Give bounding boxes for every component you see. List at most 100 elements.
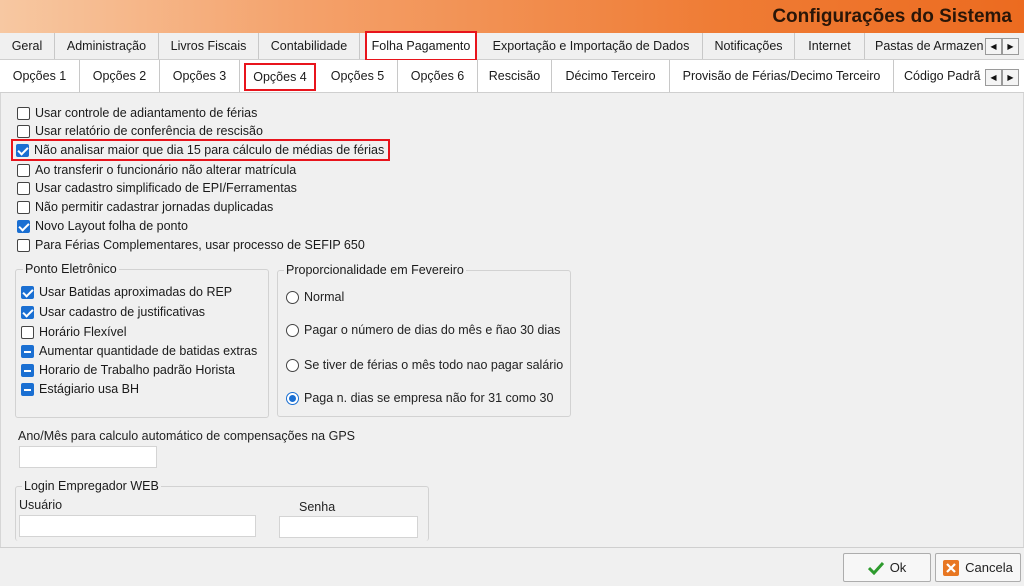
gps-label: Ano/Mês para calculo automático de compe… <box>18 429 355 443</box>
cancel-x-icon <box>943 559 960 576</box>
option-label: Usar controle de adiantamento de férias <box>35 106 258 120</box>
radio-ferias-mes-todo[interactable]: Se tiver de férias o mês todo nao pagar … <box>286 356 563 374</box>
radio-button[interactable] <box>286 323 299 337</box>
tab-provisao-ferias[interactable]: Provisão de Férias/Decimo Terceiro <box>670 60 894 92</box>
option-label: Ao transferir o funcionário não alterar … <box>35 163 297 177</box>
radio-pagar-dias-mes[interactable]: Pagar o número de dias do mês e ñao 30 d… <box>286 321 560 339</box>
option-label: Aumentar quantidade de batidas extras <box>39 344 258 358</box>
option-ferias-complementares-sefip[interactable]: Para Férias Complementares, usar process… <box>17 236 365 254</box>
checkbox[interactable] <box>17 106 30 120</box>
tab-opcoes-3[interactable]: Opções 3 <box>160 60 240 92</box>
checkbox[interactable] <box>17 200 30 214</box>
tab-contabilidade[interactable]: Contabilidade <box>259 33 360 59</box>
ponto-horario-flexivel[interactable]: Horário Flexível <box>21 323 127 341</box>
option-label: Para Férias Complementares, usar process… <box>35 238 365 252</box>
tab-opcoes-4[interactable]: Opções 4 <box>244 63 316 91</box>
checkbox[interactable] <box>21 285 34 299</box>
option-adiantamento-ferias[interactable]: Usar controle de adiantamento de férias <box>17 104 257 122</box>
arrow-right-icon: ▶ <box>1007 42 1014 51</box>
checkbox[interactable] <box>21 344 34 358</box>
senha-label: Senha <box>299 500 336 514</box>
tab-folha-pagamento[interactable]: Folha Pagamento <box>365 31 477 61</box>
radio-label: Paga n. dias se empresa não for 31 como … <box>304 391 554 405</box>
tab-decimo-terceiro[interactable]: Décimo Terceiro <box>552 60 670 92</box>
cancel-label: Cancela <box>965 560 1013 575</box>
tab-notificacoes[interactable]: Notificações <box>703 33 795 59</box>
sub-tab-bar: Opções 1 Opções 2 Opções 3 Opções 4 Opçõ… <box>0 60 1024 93</box>
tab-livros-fiscais[interactable]: Livros Fiscais <box>159 33 259 59</box>
ponto-estagiario-bh[interactable]: Estágiario usa BH <box>21 380 139 398</box>
ponto-eletronico-title: Ponto Eletrônico <box>23 262 119 276</box>
option-label: Não analisar maior que dia 15 para cálcu… <box>34 143 385 157</box>
usuario-label: Usuário <box>19 498 63 512</box>
tab-scroll-left-button[interactable]: ◀ <box>985 38 1002 55</box>
checkmark-icon <box>867 561 884 575</box>
subtab-scroll-left-button[interactable]: ◀ <box>985 69 1002 86</box>
checkbox[interactable] <box>21 382 34 396</box>
tab-rescisao[interactable]: Rescisão <box>478 60 552 92</box>
tab-administracao[interactable]: Administração <box>55 33 159 59</box>
ponto-horario-horista[interactable]: Horario de Trabalho padrão Horista <box>21 361 235 379</box>
checkbox[interactable] <box>17 124 30 138</box>
ok-label: Ok <box>889 560 907 575</box>
radio-button[interactable] <box>286 391 299 405</box>
option-label: Novo Layout folha de ponto <box>35 219 188 233</box>
proporcionalidade-title: Proporcionalidade em Fevereiro <box>284 263 466 277</box>
option-jornadas-duplicadas[interactable]: Não permitir cadastrar jornadas duplicad… <box>17 198 273 216</box>
ponto-aumentar-batidas[interactable]: Aumentar quantidade de batidas extras <box>21 342 257 360</box>
tab-geral[interactable]: Geral <box>0 33 55 59</box>
tab-scroll-right-button[interactable]: ▶ <box>1002 38 1019 55</box>
options-panel: Usar controle de adiantamento de férias … <box>0 93 1024 547</box>
title-bar: Configurações do Sistema <box>0 0 1024 33</box>
radio-paga-31-como-30[interactable]: Paga n. dias se empresa não for 31 como … <box>286 389 553 407</box>
radio-label: Pagar o número de dias do mês e ñao 30 d… <box>304 323 561 337</box>
option-label: Horario de Trabalho padrão Horista <box>39 363 235 377</box>
footer-bar: Ok Cancela <box>0 547 1024 586</box>
arrow-left-icon: ◀ <box>990 42 997 51</box>
ok-button[interactable]: Ok <box>843 553 931 582</box>
checkbox[interactable] <box>17 181 30 195</box>
cancel-button[interactable]: Cancela <box>935 553 1021 582</box>
subtab-scroll-right-button[interactable]: ▶ <box>1002 69 1019 86</box>
option-cadastro-epi[interactable]: Usar cadastro simplificado de EPI/Ferram… <box>17 179 297 197</box>
option-label: Usar cadastro simplificado de EPI/Ferram… <box>35 181 297 195</box>
senha-input[interactable] <box>279 516 418 538</box>
checkbox[interactable] <box>16 143 29 157</box>
tab-exportacao-importacao[interactable]: Exportação e Importação de Dados <box>480 33 703 59</box>
window-title: Configurações do Sistema <box>772 6 1012 27</box>
radio-normal[interactable]: Normal <box>286 288 344 306</box>
option-novo-layout-ponto[interactable]: Novo Layout folha de ponto <box>17 217 188 235</box>
checkbox[interactable] <box>17 238 30 252</box>
checkbox[interactable] <box>17 219 30 233</box>
gps-ano-mes-input[interactable] <box>19 446 157 468</box>
option-relatorio-rescisao[interactable]: Usar relatório de conferência de rescisã… <box>17 122 263 140</box>
radio-label: Se tiver de férias o mês todo nao pagar … <box>304 358 564 372</box>
main-tab-bar: Geral Administração Livros Fiscais Conta… <box>0 31 1024 61</box>
tab-opcoes-2[interactable]: Opções 2 <box>80 60 160 92</box>
option-label: Estágiario usa BH <box>39 382 140 396</box>
option-nao-analisar-dia-15[interactable]: Não analisar maior que dia 15 para cálcu… <box>11 139 391 161</box>
ponto-cadastro-justificativas[interactable]: Usar cadastro de justificativas <box>21 303 205 321</box>
tab-internet[interactable]: Internet <box>795 33 865 59</box>
arrow-right-icon: ▶ <box>1007 73 1014 82</box>
option-label: Horário Flexível <box>39 325 127 339</box>
radio-label: Normal <box>304 290 345 304</box>
tab-opcoes-1[interactable]: Opções 1 <box>0 60 80 92</box>
tab-opcoes-6[interactable]: Opções 6 <box>398 60 478 92</box>
tab-codigo-padrao[interactable]: Código Padrã <box>894 60 982 92</box>
option-label: Usar relatório de conferência de rescisã… <box>35 124 263 138</box>
arrow-left-icon: ◀ <box>990 73 997 82</box>
checkbox[interactable] <box>21 363 34 377</box>
option-label: Usar cadastro de justificativas <box>39 305 206 319</box>
radio-button[interactable] <box>286 358 299 372</box>
tab-opcoes-5[interactable]: Opções 5 <box>318 60 398 92</box>
checkbox[interactable] <box>21 305 34 319</box>
checkbox[interactable] <box>21 325 34 339</box>
tab-pastas-armazen[interactable]: Pastas de Armazen <box>865 33 983 59</box>
checkbox[interactable] <box>17 163 30 177</box>
usuario-input[interactable] <box>19 515 256 537</box>
option-transferir-matricula[interactable]: Ao transferir o funcionário não alterar … <box>17 161 296 179</box>
ponto-batidas-aproximadas[interactable]: Usar Batidas aproximadas do REP <box>21 283 232 301</box>
option-label: Não permitir cadastrar jornadas duplicad… <box>35 200 274 214</box>
radio-button[interactable] <box>286 290 299 304</box>
